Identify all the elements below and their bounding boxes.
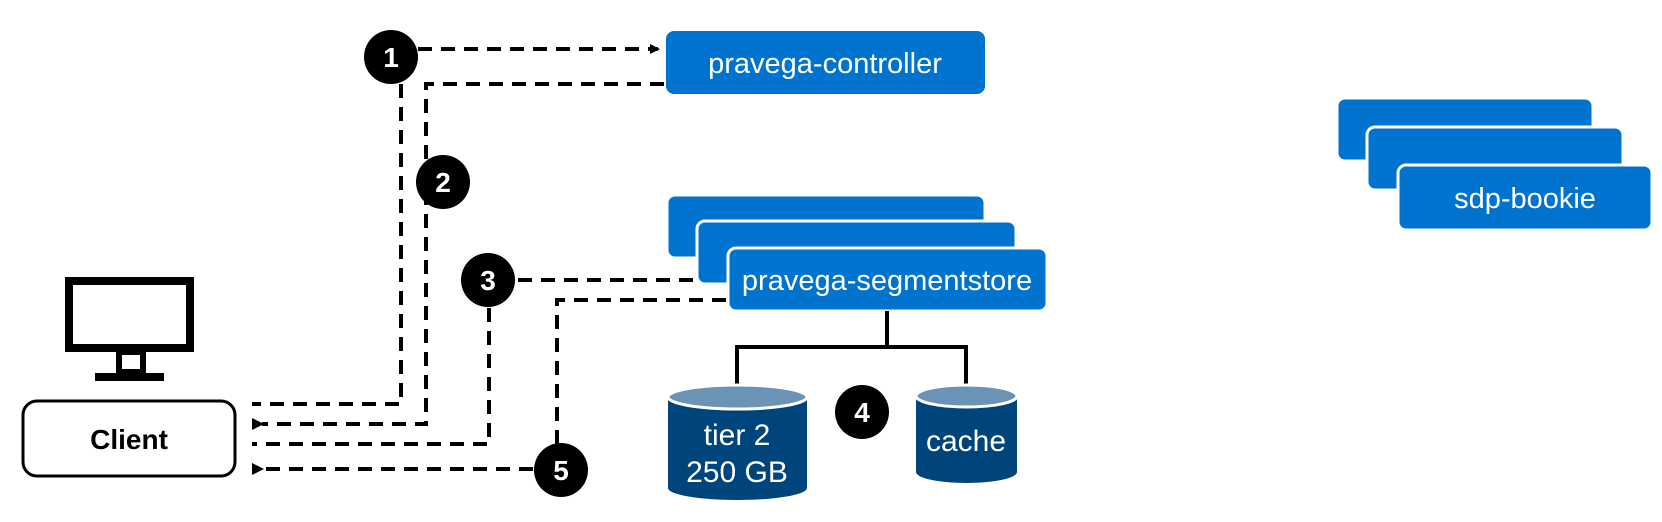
step-3-label: 3	[480, 265, 496, 296]
cache-cylinder-top	[914, 383, 1019, 409]
storage-branch	[735, 345, 968, 385]
flow-step1-from-client	[252, 84, 403, 406]
bookie-label: sdp-bookie	[1454, 183, 1596, 215]
step-4-label: 4	[854, 397, 870, 428]
controller-label: pravega-controller	[708, 48, 942, 80]
step-3-marker: 3	[461, 253, 515, 307]
tier2-label-line2: 250 GB	[686, 456, 788, 489]
client-label: Client	[90, 424, 168, 455]
monitor-icon	[65, 277, 194, 381]
step-5-label: 5	[553, 455, 569, 486]
step-1-label: 1	[383, 42, 399, 73]
architecture-diagram: pravega-controller pravega-segmentstore …	[21, 30, 1654, 500]
step-1-marker: 1	[364, 30, 418, 84]
tier2-cylinder-top	[666, 383, 809, 411]
step-2-marker: 2	[416, 155, 470, 209]
segmentstore-label: pravega-segmentstore	[742, 265, 1032, 297]
tier2-label-line1: tier 2	[704, 419, 771, 452]
segmentstore-node[interactable]: pravega-segmentstore	[665, 193, 1049, 313]
client-node[interactable]: Client	[21, 399, 237, 478]
controller-node[interactable]: pravega-controller	[666, 31, 985, 94]
bookie-node[interactable]: sdp-bookie	[1335, 96, 1654, 232]
step-4-marker: 4	[835, 385, 889, 439]
step-2-label: 2	[435, 167, 451, 198]
tier2-storage[interactable]: tier 2 250 GB	[666, 383, 809, 500]
step-5-marker: 5	[534, 443, 588, 497]
flow-controller-to-client	[252, 82, 664, 430]
cache-storage[interactable]: cache	[914, 383, 1019, 483]
cache-label: cache	[926, 425, 1006, 458]
